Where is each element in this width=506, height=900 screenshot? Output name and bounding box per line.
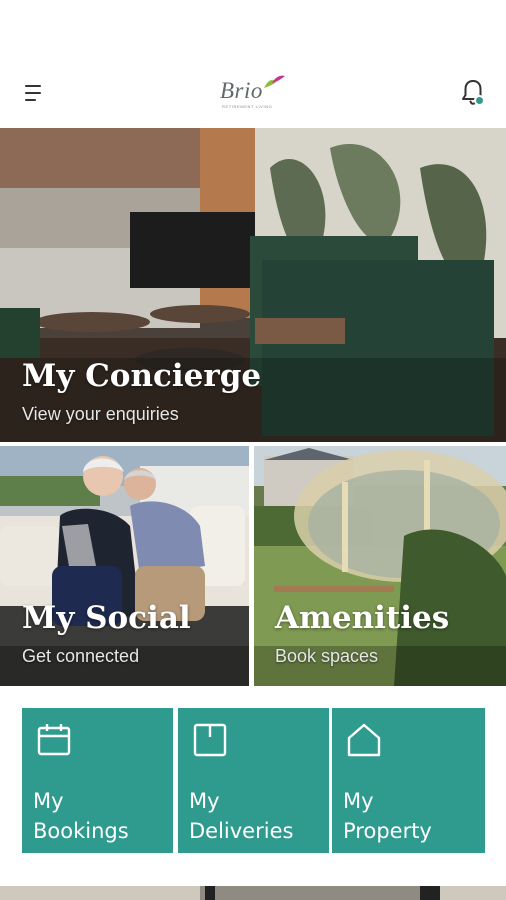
brand-logo: Brio RETIREMENT LIVING <box>218 75 290 112</box>
my-property-line1: My <box>343 789 374 813</box>
my-deliveries-line1: My <box>189 789 220 813</box>
my-deliveries-label: My Deliveries <box>189 786 293 846</box>
my-bookings-line1: My <box>33 789 64 813</box>
hamburger-line <box>25 92 41 94</box>
status-bar <box>0 0 506 58</box>
social-subtitle: Get connected <box>22 646 140 666</box>
my-bookings-button[interactable]: My Bookings <box>22 708 173 853</box>
social-title: My Social <box>22 600 191 636</box>
my-property-label: My Property <box>343 786 432 846</box>
quick-links: My Bookings My Deliveries My Property <box>22 708 485 853</box>
logo-tagline: RETIREMENT LIVING <box>222 104 273 109</box>
hamburger-menu-icon <box>25 85 41 87</box>
my-bookings-line2: Bookings <box>33 819 129 843</box>
logo-wordmark: Brio <box>220 78 263 103</box>
my-deliveries-button[interactable]: My Deliveries <box>178 708 329 853</box>
hamburger-line <box>25 99 36 101</box>
concierge-subtitle: View your enquiries <box>22 404 179 424</box>
package-icon <box>193 723 227 757</box>
notifications-button[interactable] <box>458 76 490 110</box>
notification-badge <box>474 95 485 106</box>
my-property-button[interactable]: My Property <box>332 708 485 853</box>
app-header: Brio RETIREMENT LIVING <box>0 58 506 128</box>
concierge-title: My Concierge <box>22 358 262 394</box>
next-tile-image <box>0 886 506 900</box>
my-property-line2: Property <box>343 819 432 843</box>
next-tile-preview[interactable] <box>0 886 506 900</box>
amenities-subtitle: Book spaces <box>275 646 379 666</box>
my-deliveries-line2: Deliveries <box>189 819 294 843</box>
amenities-title: Amenities <box>275 600 450 636</box>
calendar-icon <box>37 724 71 756</box>
concierge-lounge-image <box>0 128 506 442</box>
bird-logo-icon <box>264 75 285 88</box>
concierge-tile[interactable]: My Concierge View your enquiries <box>0 128 506 442</box>
social-tile[interactable]: My Social Get connected <box>0 446 249 686</box>
my-bookings-label: My Bookings <box>33 786 129 846</box>
menu-button[interactable] <box>18 78 50 108</box>
amenities-tile[interactable]: Amenities Book spaces <box>254 446 506 686</box>
house-icon <box>347 723 381 757</box>
